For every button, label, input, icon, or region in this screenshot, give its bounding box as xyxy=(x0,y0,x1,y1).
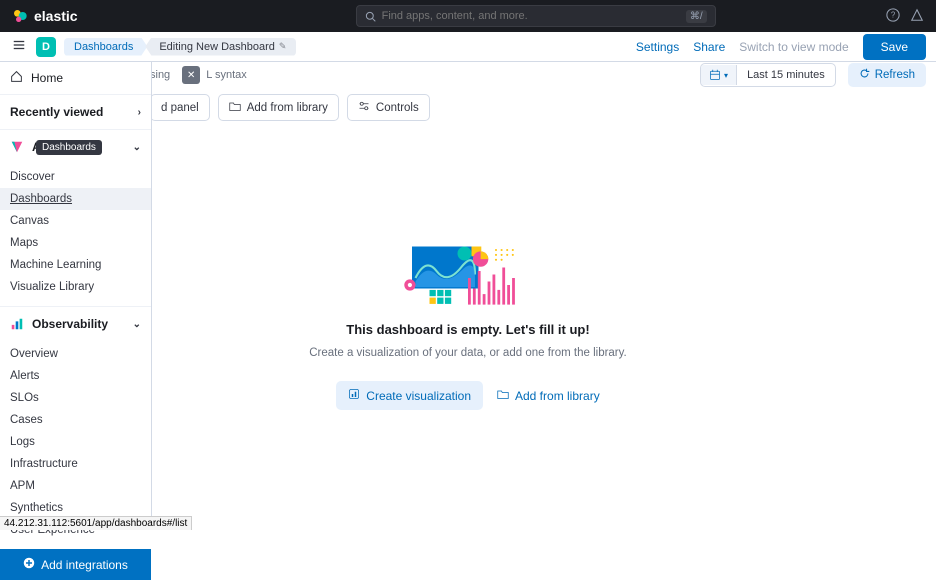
nav-item-cases[interactable]: Cases xyxy=(0,409,151,431)
newsfeed-icon[interactable] xyxy=(910,8,924,25)
nav-observability-header[interactable]: Observability ⌄ xyxy=(0,306,151,341)
brand-text: elastic xyxy=(34,8,78,24)
breadcrumb: Dashboards Editing New Dashboard ✎ xyxy=(64,38,296,56)
elastic-logo[interactable]: elastic xyxy=(12,8,78,24)
recently-viewed-label: Recently viewed xyxy=(10,105,103,119)
add-lib-label: Add from library xyxy=(515,389,600,403)
switch-view-mode[interactable]: Switch to view mode xyxy=(739,40,848,54)
controls-button[interactable]: Controls xyxy=(347,94,430,121)
space-avatar[interactable]: D xyxy=(36,37,56,57)
nav-item-alerts[interactable]: Alerts xyxy=(0,365,151,387)
close-icon[interactable]: ✕ xyxy=(182,66,200,84)
breadcrumb-dashboards[interactable]: Dashboards xyxy=(64,38,147,56)
analytics-items: Discover Dashboards Canvas Maps Machine … xyxy=(0,164,151,306)
query-hint-suffix: L syntax xyxy=(206,69,247,81)
chevron-down-icon: ⌄ xyxy=(133,319,141,330)
chevron-right-icon: › xyxy=(138,107,141,118)
nav-item-ml[interactable]: Machine Learning xyxy=(0,254,151,276)
refresh-button[interactable]: Refresh xyxy=(848,63,926,87)
browser-status-url: 44.212.31.112:5601/app/dashboards#/list xyxy=(0,516,192,530)
time-range-text[interactable]: Last 15 minutes xyxy=(737,65,835,85)
nav-item-dashboards[interactable]: Dashboards xyxy=(0,188,151,210)
settings-link[interactable]: Settings xyxy=(636,40,679,54)
create-visualization-button[interactable]: Create visualization xyxy=(336,381,483,410)
side-nav: Home Recently viewed › Analytics ⌄ Disco… xyxy=(0,62,152,530)
global-search-input[interactable] xyxy=(382,10,680,22)
observability-icon xyxy=(10,317,24,331)
nav-home[interactable]: Home xyxy=(0,62,151,95)
nav-item-overview[interactable]: Overview xyxy=(0,343,151,365)
global-header: elastic ⌘/ ? xyxy=(0,0,936,32)
app-header-actions: Settings Share Switch to view mode Save xyxy=(636,34,926,60)
nav-toggle-icon[interactable] xyxy=(10,36,28,57)
help-icon[interactable]: ? xyxy=(886,8,900,25)
app-header: D Dashboards Editing New Dashboard ✎ Set… xyxy=(0,32,936,62)
chevron-down-icon: ⌄ xyxy=(133,142,141,153)
home-icon xyxy=(10,70,23,86)
nav-item-infrastructure[interactable]: Infrastructure xyxy=(0,453,151,475)
search-shortcut-badge: ⌘/ xyxy=(686,10,707,23)
breadcrumb-current: Editing New Dashboard ✎ xyxy=(145,38,296,56)
add-from-library-button[interactable]: Add from library xyxy=(218,94,339,121)
add-panel-button[interactable]: d panel xyxy=(150,94,210,121)
nav-item-logs[interactable]: Logs xyxy=(0,431,151,453)
svg-text:?: ? xyxy=(891,10,896,19)
time-picker[interactable]: ▾ Last 15 minutes xyxy=(700,63,836,87)
controls-icon xyxy=(358,100,370,115)
refresh-icon xyxy=(859,68,870,82)
add-integrations-label: Add integrations xyxy=(41,558,128,572)
global-search[interactable]: ⌘/ xyxy=(356,5,716,27)
refresh-label: Refresh xyxy=(875,69,915,81)
add-from-library-label: Add from library xyxy=(247,102,328,114)
nav-item-apm[interactable]: APM xyxy=(0,475,151,497)
add-from-library-link[interactable]: Add from library xyxy=(497,388,600,403)
search-icon xyxy=(365,11,376,22)
nav-item-visualize[interactable]: Visualize Library xyxy=(0,276,151,298)
empty-actions: Create visualization Add from library xyxy=(336,381,599,410)
add-panel-label: d panel xyxy=(161,102,199,114)
empty-illustration xyxy=(398,237,538,312)
observability-label: Observability xyxy=(32,317,108,331)
nav-tooltip: Dashboards xyxy=(36,140,102,155)
plus-circle-icon xyxy=(23,557,35,572)
empty-title: This dashboard is empty. Let's fill it u… xyxy=(346,322,589,337)
folder-icon xyxy=(229,100,241,115)
chevron-down-icon: ▾ xyxy=(724,71,728,80)
lens-icon xyxy=(348,388,360,403)
share-link[interactable]: Share xyxy=(693,40,725,54)
empty-subtitle: Create a visualization of your data, or … xyxy=(309,347,626,359)
create-vis-label: Create visualization xyxy=(366,389,471,403)
edit-icon[interactable]: ✎ xyxy=(279,41,287,52)
add-integrations-button[interactable]: Add integrations xyxy=(0,549,151,580)
nav-item-discover[interactable]: Discover xyxy=(0,166,151,188)
analytics-icon xyxy=(10,140,24,154)
calendar-icon[interactable]: ▾ xyxy=(701,65,737,85)
nav-item-canvas[interactable]: Canvas xyxy=(0,210,151,232)
nav-home-label: Home xyxy=(31,71,63,85)
nav-recently-viewed[interactable]: Recently viewed › xyxy=(0,95,151,129)
save-button[interactable]: Save xyxy=(863,34,926,60)
nav-item-slos[interactable]: SLOs xyxy=(0,387,151,409)
elastic-logo-icon xyxy=(12,8,28,24)
nav-item-maps[interactable]: Maps xyxy=(0,232,151,254)
breadcrumb-current-text: Editing New Dashboard xyxy=(159,41,275,53)
folder-open-icon xyxy=(497,388,509,403)
header-actions: ? xyxy=(886,8,924,25)
query-hint-prefix: sing xyxy=(150,69,170,81)
controls-label: Controls xyxy=(376,102,419,114)
